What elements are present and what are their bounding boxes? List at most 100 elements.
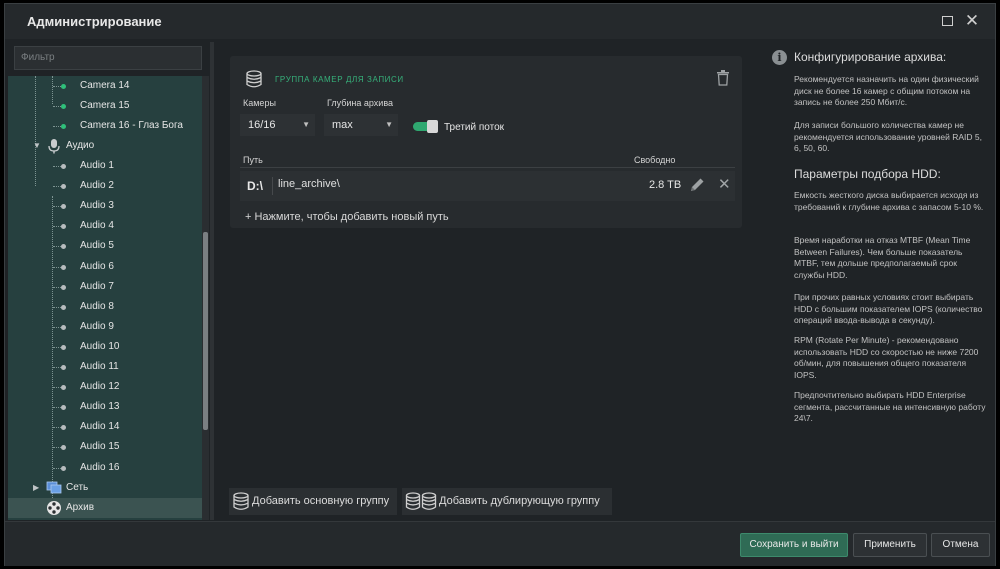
tree-item-audio[interactable]: Audio 15 <box>8 437 202 457</box>
tree-item-audio[interactable]: Audio 4 <box>8 216 202 236</box>
database-icon <box>246 70 262 88</box>
add-main-group-button[interactable]: Добавить основную группу <box>229 488 397 515</box>
tree-item-label: Audio 11 <box>80 361 119 372</box>
tree-item-label: Audio 6 <box>80 260 114 272</box>
tree-item-audio[interactable]: Audio 3 <box>8 196 202 216</box>
help-text: Предпочтительно выбирать HDD Enterprise … <box>794 390 986 423</box>
status-dot-icon <box>61 104 66 110</box>
cameras-label: Камеры <box>243 98 276 108</box>
tree-item-camera[interactable]: Camera 14 <box>8 76 202 96</box>
trash-icon[interactable] <box>716 70 730 86</box>
add-path-link[interactable]: + Нажмите, чтобы добавить новый путь <box>245 211 449 223</box>
microphone-icon <box>48 139 60 154</box>
device-tree: Camera 14 Camera 15 Camera 16 - Глаз Бога … <box>8 76 202 520</box>
status-dot-icon <box>61 284 66 290</box>
scrollbar-thumb[interactable] <box>203 232 208 430</box>
add-duplicate-group-button[interactable]: Добавить дублирующую группу <box>402 488 612 515</box>
chevron-down-icon: ▼ <box>302 120 310 129</box>
tree-item-label: Audio 12 <box>80 381 120 393</box>
panel-splitter[interactable] <box>210 42 214 520</box>
tree-item-label: Audio 4 <box>80 220 114 232</box>
status-dot-icon <box>61 184 66 190</box>
status-dot-icon <box>61 365 66 370</box>
cancel-button[interactable]: Отмена <box>931 533 990 557</box>
tree-item-label: Audio 1 <box>80 160 114 171</box>
tree-group-archive[interactable]: Архив <box>8 498 202 518</box>
expand-caret-icon[interactable]: ▼ <box>33 141 41 150</box>
status-dot-icon <box>61 164 66 169</box>
archive-depth-select[interactable]: max ▼ <box>324 114 398 136</box>
tree-group-network[interactable]: ▶ Сеть <box>8 478 202 498</box>
title-bar: Администрирование ✕ <box>5 4 995 39</box>
tree-item-audio[interactable]: Audio 7 <box>8 277 202 297</box>
maximize-icon[interactable] <box>938 12 956 30</box>
network-icon <box>46 481 62 494</box>
third-stream-toggle[interactable] <box>413 120 438 133</box>
help-heading-hdd: Параметры подбора HDD: <box>794 167 941 181</box>
help-heading-archive: Конфигурирование архива: <box>794 50 947 64</box>
header-divider <box>240 167 735 168</box>
add-duplicate-group-label: Добавить дублирующую группу <box>439 495 600 507</box>
path-separator <box>272 177 273 195</box>
tree-item-audio[interactable]: Audio 16 <box>8 458 202 478</box>
free-space-value: 2.8 TB <box>649 179 682 191</box>
tree-item-audio[interactable]: Audio 11 <box>8 357 202 377</box>
free-column-header: Свободно <box>634 155 676 165</box>
cameras-value: 16/16 <box>248 119 276 131</box>
tree-item-label: Camera 16 - Глаз Бога <box>80 120 183 132</box>
status-dot-icon <box>61 304 66 310</box>
tree-item-label: Audio 9 <box>80 320 114 332</box>
tree-item-audio[interactable]: Audio 12 <box>8 377 202 397</box>
pencil-icon[interactable] <box>688 176 706 194</box>
status-dot-icon <box>61 324 66 330</box>
third-stream-label: Третий поток <box>444 122 505 133</box>
tree-group-label: Сеть <box>66 482 89 493</box>
admin-window: Администрирование ✕ Фильтр Camera 14 Came… <box>4 3 996 566</box>
cameras-select[interactable]: 16/16 ▼ <box>240 114 315 136</box>
apply-button[interactable]: Применить <box>853 533 927 557</box>
close-icon[interactable]: ✕ <box>963 12 981 30</box>
tree-item-audio[interactable]: Audio 14 <box>8 417 202 437</box>
tree-item-label: Audio 7 <box>80 280 114 292</box>
recording-group-card: ГРУППА КАМЕР ДЛЯ ЗАПИСИ Камеры Глубина а… <box>230 56 742 228</box>
tree-item-label: Audio 15 <box>80 441 120 453</box>
expand-caret-icon[interactable]: ▶ <box>33 483 39 492</box>
status-dot-icon <box>61 405 66 411</box>
help-text: При прочих равных условиях стоит выбират… <box>794 292 983 325</box>
tree-group-audio[interactable]: ▼ Аудио <box>8 136 202 156</box>
tree-item-camera[interactable]: Camera 15 <box>8 96 202 116</box>
tree-item-label: Audio 16 <box>80 461 120 473</box>
status-dot-icon <box>61 244 66 250</box>
remove-icon[interactable]: ✕ <box>718 175 731 193</box>
filter-input[interactable]: Фильтр <box>14 46 202 70</box>
tree-item-label: Audio 5 <box>80 240 114 252</box>
status-dot-icon <box>61 445 66 451</box>
help-text: Для записи большого количества камер не … <box>794 120 982 153</box>
info-icon: i <box>772 50 787 65</box>
tree-item-label: Audio 14 <box>80 421 120 433</box>
tree-item-audio[interactable]: Audio 5 <box>8 236 202 256</box>
tree-item-audio[interactable]: Audio 13 <box>8 397 202 417</box>
tree-item-audio[interactable]: Audio 8 <box>8 297 202 317</box>
tree-item-audio[interactable]: Audio 6 <box>8 257 202 277</box>
tree-item-audio[interactable]: Audio 9 <box>8 317 202 337</box>
status-dot-icon <box>61 124 66 130</box>
tree-item-audio[interactable]: Audio 2 <box>8 176 202 196</box>
footer-bar: Сохранить и выйти Применить Отмена <box>5 521 995 566</box>
path-row[interactable]: D:\ line_archive\ 2.8 TB ✕ <box>240 171 735 201</box>
status-dot-icon <box>61 84 66 89</box>
status-dot-icon <box>61 344 66 350</box>
tree-item-camera[interactable]: Camera 16 - Глаз Бога <box>8 116 202 136</box>
tree-item-label: Audio 10 <box>80 340 120 352</box>
drive-letter: D:\ <box>247 179 263 193</box>
archive-depth-label: Глубина архива <box>327 98 394 108</box>
archive-depth-value: max <box>332 119 353 131</box>
help-text: Емкость жесткого диска выбирается исходя… <box>794 190 984 212</box>
tree-item-audio[interactable]: Audio 10 <box>8 337 202 357</box>
tree-item-label: Camera 15 <box>80 100 130 112</box>
save-and-exit-button[interactable]: Сохранить и выйти <box>740 533 848 557</box>
tree-item-audio[interactable]: Audio 1 <box>8 156 202 176</box>
path-folder: line_archive\ <box>278 178 340 190</box>
tree-item-label: Audio 13 <box>80 401 120 413</box>
tree-group-label: Аудио <box>66 140 95 151</box>
